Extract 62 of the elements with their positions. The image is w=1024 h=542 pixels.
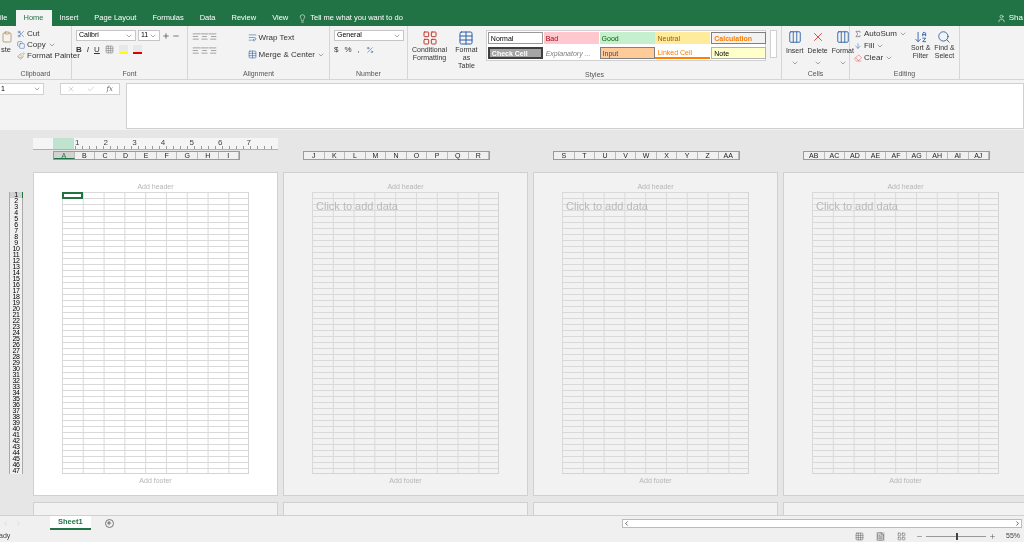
sort-icon	[913, 30, 928, 44]
comma-button[interactable]: ,	[357, 46, 360, 54]
underline-button[interactable]: U	[94, 45, 100, 54]
scissors-icon	[17, 30, 25, 38]
new-sheet-button[interactable]	[104, 518, 114, 528]
align-left-icon	[192, 46, 201, 55]
align-top-icon	[192, 32, 201, 41]
column-highlight	[53, 138, 74, 149]
horizontal-scrollbar[interactable]	[622, 518, 1022, 528]
fill-button[interactable]: Fill	[854, 42, 907, 50]
table-icon	[458, 30, 475, 46]
fill-color-icon[interactable]	[118, 45, 128, 54]
merge-icon	[247, 50, 257, 59]
ruler-number: 5	[188, 138, 195, 149]
lightbulb-icon	[298, 13, 308, 23]
borders-icon	[104, 45, 114, 54]
ruler-number: 3	[131, 138, 138, 149]
ruler-number: 1	[74, 138, 81, 149]
wrap-text-button[interactable]: Wrap Text	[247, 33, 325, 42]
enter-icon	[86, 85, 95, 93]
cell-grid[interactable]	[62, 192, 249, 474]
table-icon	[787, 30, 802, 44]
paintbrush-icon	[17, 52, 25, 60]
scroll-right-icon[interactable]	[1014, 519, 1021, 527]
ruler-number: 6	[216, 138, 224, 149]
page-layout-icon	[876, 531, 885, 541]
clear-button[interactable]: Clear	[854, 54, 907, 62]
caret-icon	[898, 30, 907, 38]
table-icon	[835, 30, 850, 44]
caret-icon	[33, 85, 41, 93]
bold-button[interactable]: B	[76, 45, 82, 54]
merge-center-button[interactable]: Merge & Center	[247, 50, 325, 59]
copy-icon	[17, 41, 25, 49]
fill-icon	[854, 42, 862, 50]
zoom-in-icon	[989, 532, 996, 540]
percent-button[interactable]: %	[344, 46, 352, 54]
ruler-number: 7	[245, 138, 252, 149]
grow-font-icon	[162, 31, 170, 40]
center-icon	[200, 46, 210, 55]
sigma-icon	[854, 30, 862, 38]
font-color-icon[interactable]	[132, 45, 142, 54]
align-right-icon	[208, 46, 218, 55]
wrap-icon	[247, 33, 257, 42]
align-middle-icon	[200, 32, 210, 41]
format-painter-button[interactable]: Format Painter	[17, 52, 80, 60]
share-button[interactable]: Sha	[996, 10, 1024, 26]
normal-view-icon	[855, 531, 864, 541]
selected-cell[interactable]	[62, 192, 83, 199]
currency-button[interactable]: $	[334, 46, 339, 54]
clipboard-icon	[1, 30, 13, 44]
person-icon	[996, 13, 1006, 23]
cancel-icon	[66, 85, 75, 93]
ruler-number: 2	[102, 138, 110, 149]
align-bottom-icon	[208, 32, 218, 41]
ruler-number: 4	[159, 138, 167, 149]
autosum-button[interactable]: AutoSum	[854, 30, 907, 38]
search-icon	[937, 30, 952, 44]
scroll-left-icon[interactable]	[623, 519, 630, 527]
eraser-icon	[854, 54, 862, 62]
formula-field[interactable]	[126, 83, 1024, 129]
caret-icon	[47, 41, 56, 49]
italic-button[interactable]: I	[86, 45, 89, 54]
